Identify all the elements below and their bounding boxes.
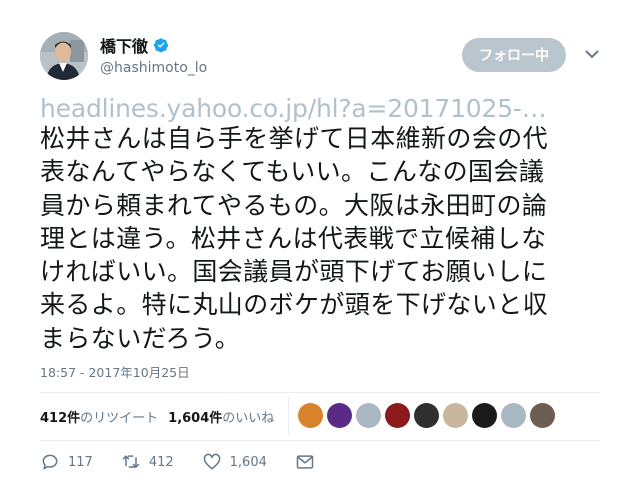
following-button[interactable]: フォロー中 <box>462 38 566 72</box>
reply-count: 117 <box>68 454 93 470</box>
liker-avatar-2[interactable] <box>327 403 352 428</box>
retweet-stat-count: 412件 <box>40 411 81 426</box>
envelope-icon <box>296 455 314 469</box>
tweet-text-line: 表なんてやらなくてもいい。こんなの国会議 <box>40 157 545 187</box>
liker-avatar-6[interactable] <box>443 403 468 428</box>
tweet-text-line: 員から頼まれてやるもの。大阪は永田町の論 <box>40 190 548 220</box>
chevron-down-icon[interactable] <box>583 47 601 61</box>
profile-photo-icon <box>40 32 88 80</box>
display-name[interactable]: 橋下徹 <box>100 33 169 57</box>
tweet-text-line: 松井さんは自ら手を挙げて日本維新の会の代 <box>40 124 549 153</box>
tweet-text-line: まらないだろう。 <box>40 323 241 353</box>
liker-avatar-1[interactable] <box>298 403 323 428</box>
reply-icon <box>42 454 58 470</box>
like-count: 1,604 <box>229 454 267 470</box>
retweet-button[interactable]: 412 <box>121 452 174 472</box>
liker-avatar-7[interactable] <box>472 403 497 428</box>
tweet-text-line: 来るよ。特に丸山のボケが頭を下げないと収 <box>40 290 549 320</box>
liker-avatar-9[interactable] <box>530 403 555 428</box>
tweet-text-line: 理とは違う。松井さんは代表戦で立候補しな <box>40 223 547 253</box>
display-name-text: 橋下徹 <box>100 37 149 56</box>
avatar[interactable] <box>40 32 88 80</box>
retweet-icon <box>122 455 140 468</box>
divider <box>40 440 600 441</box>
tweet-timestamp[interactable]: 18:57 - 2017年10月25日 <box>40 362 190 381</box>
like-stat-label: のいいね <box>222 411 275 426</box>
liker-avatar-5[interactable] <box>414 403 439 428</box>
retweet-stat-label: のリツイート <box>80 411 159 426</box>
like-stat-count: 1,604件 <box>168 411 223 426</box>
direct-message-button[interactable] <box>295 452 315 472</box>
retweet-stat[interactable]: 412件のリツイート <box>40 407 158 426</box>
user-handle[interactable]: @hashimoto_lo <box>100 60 207 76</box>
tweet-text-line: ければいい。国会議員が頭下げてお願いしに <box>40 257 548 287</box>
verified-badge-icon <box>154 38 169 53</box>
like-button[interactable]: 1,604 <box>202 452 267 472</box>
reply-button[interactable]: 117 <box>40 452 93 472</box>
retweet-count: 412 <box>148 454 174 470</box>
tweet-actions: 117 412 1,604 <box>40 452 343 472</box>
stats-separator <box>288 397 289 435</box>
tweet-link[interactable]: headlines.yahoo.co.jp/hl?a=20171025-… <box>40 94 547 123</box>
liker-avatar-8[interactable] <box>501 403 526 428</box>
liker-avatar-4[interactable] <box>385 403 410 428</box>
divider <box>40 392 600 393</box>
like-stat[interactable]: 1,604件のいいね <box>168 407 274 426</box>
likers-avatars <box>298 403 555 428</box>
heart-icon <box>203 453 220 470</box>
tweet-text: 松井さんは自ら手を挙げて日本維新の会の代 表なんてやらなくてもいい。こんなの国会… <box>40 122 606 355</box>
liker-avatar-3[interactable] <box>356 403 381 428</box>
engagement-stats: 412件のリツイート 1,604件のいいね <box>40 407 274 426</box>
